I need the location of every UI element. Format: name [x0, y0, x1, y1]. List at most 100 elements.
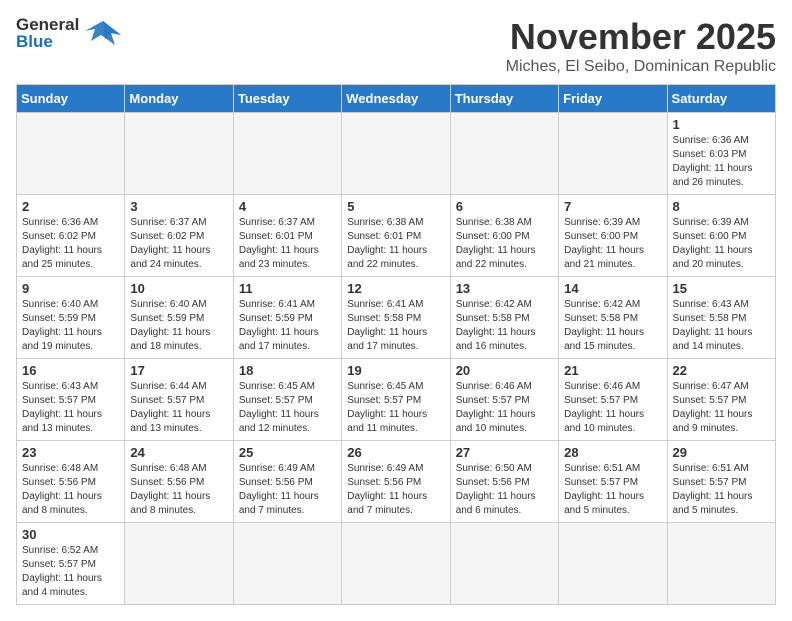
- calendar-cell: [17, 113, 125, 195]
- day-info: Sunrise: 6:44 AM Sunset: 5:57 PM Dayligh…: [130, 380, 227, 436]
- day-number: 19: [347, 363, 444, 378]
- logo-general: General: [16, 16, 79, 33]
- day-number: 2: [22, 199, 119, 214]
- day-number: 4: [239, 199, 336, 214]
- day-number: 5: [347, 199, 444, 214]
- day-info: Sunrise: 6:43 AM Sunset: 5:57 PM Dayligh…: [22, 380, 119, 436]
- day-info: Sunrise: 6:42 AM Sunset: 5:58 PM Dayligh…: [456, 298, 553, 354]
- day-number: 3: [130, 199, 227, 214]
- calendar-cell: 8 Sunrise: 6:39 AM Sunset: 6:00 PM Daylig…: [667, 195, 775, 277]
- calendar-cell: [125, 523, 233, 605]
- day-info: Sunrise: 6:38 AM Sunset: 6:00 PM Dayligh…: [456, 216, 553, 272]
- calendar-cell: 29 Sunrise: 6:51 AM Sunset: 5:57 PM Dayli…: [667, 441, 775, 523]
- day-number: 29: [673, 445, 770, 460]
- day-info: Sunrise: 6:51 AM Sunset: 5:57 PM Dayligh…: [564, 462, 661, 518]
- calendar-cell: [125, 113, 233, 195]
- calendar-cell: 10 Sunrise: 6:40 AM Sunset: 5:59 PM Dayli…: [125, 277, 233, 359]
- header: General Blue November 2025 Miches, El Se…: [16, 16, 776, 76]
- day-number: 14: [564, 281, 661, 296]
- logo-bird-icon: [83, 17, 123, 49]
- calendar-cell: 27Sunrise: 6:50 AM Sunset: 5:56 PM Dayli…: [450, 441, 558, 523]
- month-title: November 2025: [506, 16, 776, 58]
- day-number: 28: [564, 445, 661, 460]
- day-number: 20: [456, 363, 553, 378]
- day-info: Sunrise: 6:38 AM Sunset: 6:01 PM Dayligh…: [347, 216, 444, 272]
- day-info: Sunrise: 6:47 AM Sunset: 5:57 PM Dayligh…: [673, 380, 770, 436]
- day-info: Sunrise: 6:46 AM Sunset: 5:57 PM Dayligh…: [564, 380, 661, 436]
- calendar-cell: 20Sunrise: 6:46 AM Sunset: 5:57 PM Dayli…: [450, 359, 558, 441]
- day-number: 26: [347, 445, 444, 460]
- col-header-tuesday: Tuesday: [233, 85, 341, 113]
- calendar-cell: 16 Sunrise: 6:43 AM Sunset: 5:57 PM Dayli…: [17, 359, 125, 441]
- day-info: Sunrise: 6:39 AM Sunset: 6:00 PM Dayligh…: [673, 216, 770, 272]
- calendar-cell: 25Sunrise: 6:49 AM Sunset: 5:56 PM Dayli…: [233, 441, 341, 523]
- day-number: 17: [130, 363, 227, 378]
- day-info: Sunrise: 6:45 AM Sunset: 5:57 PM Dayligh…: [239, 380, 336, 436]
- calendar-cell: 18Sunrise: 6:45 AM Sunset: 5:57 PM Dayli…: [233, 359, 341, 441]
- calendar-cell: 28 Sunrise: 6:51 AM Sunset: 5:57 PM Dayli…: [559, 441, 667, 523]
- day-number: 15: [673, 281, 770, 296]
- calendar-cell: 14 Sunrise: 6:42 AM Sunset: 5:58 PM Dayli…: [559, 277, 667, 359]
- calendar-cell: 4Sunrise: 6:37 AM Sunset: 6:01 PM Daylig…: [233, 195, 341, 277]
- day-info: Sunrise: 6:51 AM Sunset: 5:57 PM Dayligh…: [673, 462, 770, 518]
- calendar-cell: 5 Sunrise: 6:38 AM Sunset: 6:01 PM Daylig…: [342, 195, 450, 277]
- day-number: 30: [22, 527, 119, 542]
- day-info: Sunrise: 6:36 AM Sunset: 6:03 PM Dayligh…: [673, 134, 770, 190]
- day-number: 27: [456, 445, 553, 460]
- day-info: Sunrise: 6:43 AM Sunset: 5:58 PM Dayligh…: [673, 298, 770, 354]
- calendar-cell: [342, 113, 450, 195]
- calendar-cell: [450, 523, 558, 605]
- day-number: 21: [564, 363, 661, 378]
- col-header-thursday: Thursday: [450, 85, 558, 113]
- day-number: 11: [239, 281, 336, 296]
- day-number: 22: [673, 363, 770, 378]
- calendar-cell: [342, 523, 450, 605]
- calendar-cell: 11 Sunrise: 6:41 AM Sunset: 5:59 PM Dayli…: [233, 277, 341, 359]
- day-number: 24: [130, 445, 227, 460]
- calendar-week-row: 16 Sunrise: 6:43 AM Sunset: 5:57 PM Dayli…: [17, 359, 776, 441]
- calendar-week-row: 30 Sunrise: 6:52 AM Sunset: 5:57 PM Dayli…: [17, 523, 776, 605]
- calendar-cell: 12Sunrise: 6:41 AM Sunset: 5:58 PM Dayli…: [342, 277, 450, 359]
- day-info: Sunrise: 6:36 AM Sunset: 6:02 PM Dayligh…: [22, 216, 119, 272]
- day-number: 16: [22, 363, 119, 378]
- day-info: Sunrise: 6:52 AM Sunset: 5:57 PM Dayligh…: [22, 544, 119, 600]
- calendar-cell: 15 Sunrise: 6:43 AM Sunset: 5:58 PM Dayli…: [667, 277, 775, 359]
- calendar-cell: 26 Sunrise: 6:49 AM Sunset: 5:56 PM Dayli…: [342, 441, 450, 523]
- day-number: 6: [456, 199, 553, 214]
- day-number: 1: [673, 117, 770, 132]
- col-header-sunday: Sunday: [17, 85, 125, 113]
- calendar-table: SundayMondayTuesdayWednesdayThursdayFrid…: [16, 84, 776, 605]
- calendar-cell: 2 Sunrise: 6:36 AM Sunset: 6:02 PM Daylig…: [17, 195, 125, 277]
- day-info: Sunrise: 6:49 AM Sunset: 5:56 PM Dayligh…: [347, 462, 444, 518]
- logo-blue: Blue: [16, 33, 79, 50]
- day-number: 13: [456, 281, 553, 296]
- calendar-cell: 3Sunrise: 6:37 AM Sunset: 6:02 PM Daylig…: [125, 195, 233, 277]
- day-number: 23: [22, 445, 119, 460]
- calendar-cell: 13 Sunrise: 6:42 AM Sunset: 5:58 PM Dayli…: [450, 277, 558, 359]
- logo: General Blue: [16, 16, 123, 50]
- calendar-cell: 23Sunrise: 6:48 AM Sunset: 5:56 PM Dayli…: [17, 441, 125, 523]
- calendar-cell: [559, 523, 667, 605]
- day-number: 8: [673, 199, 770, 214]
- calendar-cell: [233, 113, 341, 195]
- calendar-cell: [559, 113, 667, 195]
- day-info: Sunrise: 6:45 AM Sunset: 5:57 PM Dayligh…: [347, 380, 444, 436]
- day-number: 9: [22, 281, 119, 296]
- day-info: Sunrise: 6:41 AM Sunset: 5:59 PM Dayligh…: [239, 298, 336, 354]
- day-number: 25: [239, 445, 336, 460]
- day-number: 10: [130, 281, 227, 296]
- calendar-cell: 1 Sunrise: 6:36 AM Sunset: 6:03 PM Daylig…: [667, 113, 775, 195]
- col-header-saturday: Saturday: [667, 85, 775, 113]
- calendar-cell: [667, 523, 775, 605]
- calendar-header-row: SundayMondayTuesdayWednesdayThursdayFrid…: [17, 85, 776, 113]
- title-area: November 2025 Miches, El Seibo, Dominica…: [506, 16, 776, 76]
- calendar-cell: 7Sunrise: 6:39 AM Sunset: 6:00 PM Daylig…: [559, 195, 667, 277]
- day-info: Sunrise: 6:48 AM Sunset: 5:56 PM Dayligh…: [130, 462, 227, 518]
- location-title: Miches, El Seibo, Dominican Republic: [506, 58, 776, 76]
- calendar-cell: 24 Sunrise: 6:48 AM Sunset: 5:56 PM Dayli…: [125, 441, 233, 523]
- calendar-cell: 21 Sunrise: 6:46 AM Sunset: 5:57 PM Dayli…: [559, 359, 667, 441]
- day-info: Sunrise: 6:40 AM Sunset: 5:59 PM Dayligh…: [130, 298, 227, 354]
- day-info: Sunrise: 6:42 AM Sunset: 5:58 PM Dayligh…: [564, 298, 661, 354]
- calendar-cell: [233, 523, 341, 605]
- day-info: Sunrise: 6:41 AM Sunset: 5:58 PM Dayligh…: [347, 298, 444, 354]
